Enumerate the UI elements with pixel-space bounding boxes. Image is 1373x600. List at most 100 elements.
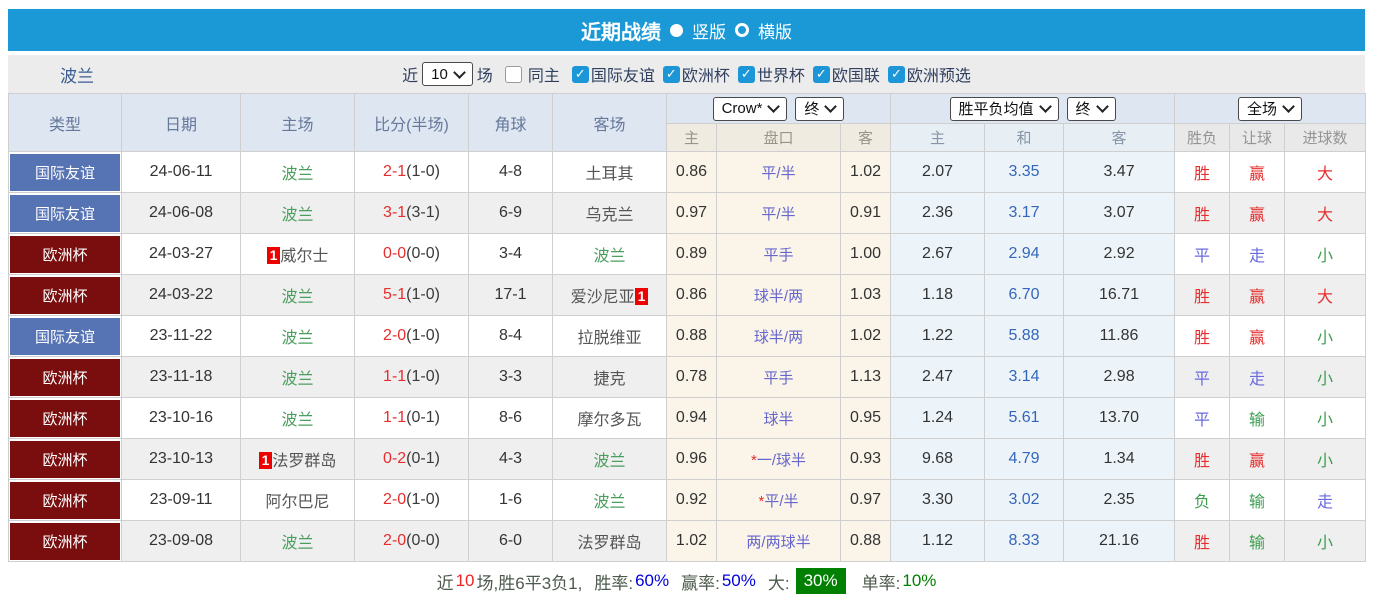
team-name-title: 波兰 — [60, 66, 94, 86]
asia-odds-source-select[interactable]: Crow* — [712, 96, 788, 121]
league-cell: 国际友谊 — [8, 315, 122, 357]
chevron-down-icon — [452, 65, 466, 79]
league-checkbox[interactable]: ✓ — [812, 65, 830, 83]
europe-home-odds-cell: 1.12 — [890, 520, 986, 562]
asia-away-odds-cell: 1.03 — [839, 274, 892, 316]
fulltime-score: 3-1 — [383, 204, 407, 221]
table-row[interactable]: 欧洲杯 23-10-16 波兰 1-1(0-1) 8-6 摩尔多瓦 0.94 球半 0.95 1.… — [8, 397, 1367, 439]
league-checkbox-label[interactable]: 欧洲杯 — [682, 62, 730, 86]
result-handicap-cell: 赢 — [1229, 438, 1286, 480]
league-checkbox[interactable]: ✓ — [887, 65, 905, 83]
horizontal-layout-radio[interactable] — [735, 23, 749, 37]
europe-draw-odds-cell: 4.79 — [984, 438, 1065, 480]
europe-home-odds-cell: 2.36 — [890, 192, 986, 234]
win-rate-value: 60% — [635, 571, 670, 590]
halftime-score: (1-0) — [406, 163, 440, 180]
col-header-date: 日期 — [121, 93, 241, 152]
big-rate-label: 大: — [767, 573, 790, 593]
result-handicap-cell: 输 — [1229, 479, 1286, 521]
halftime-score: (0-0) — [406, 532, 440, 549]
table-row[interactable]: 欧洲杯 23-10-13 1 法罗群岛 0-2(0-1) 4-3 波兰 0.96 *一/球半 0.… — [8, 438, 1367, 480]
result-scope-group-header: 全场 — [1174, 93, 1367, 124]
home-team-cell: 波兰 — [240, 192, 355, 234]
fulltime-score: 2-1 — [383, 163, 407, 180]
league-checkbox[interactable]: ✓ — [571, 65, 589, 83]
same-home-label[interactable]: 同主 — [528, 62, 560, 86]
fulltime-score: 0-2 — [383, 450, 407, 467]
corners-cell: 8-4 — [468, 315, 553, 357]
asia-home-odds-cell: 0.92 — [666, 479, 717, 521]
date-cell: 23-11-22 — [121, 315, 241, 357]
table-row[interactable]: 欧洲杯 23-09-08 波兰 2-0(0-0) 6-0 法罗群岛 1.02 两/两球半 0.8… — [8, 520, 1367, 562]
europe-away-odds-cell: 2.98 — [1063, 356, 1176, 398]
sub-header-europe-home: 主 — [890, 123, 986, 152]
home-team-cell: 1 威尔士 — [240, 233, 355, 275]
asia-line-cell: 两/两球半 — [716, 520, 841, 562]
sub-header-result-handicap: 让球 — [1229, 123, 1286, 152]
asia-home-odds-cell: 1.02 — [666, 520, 717, 562]
handicap-rate-label: 赢率: — [681, 573, 720, 593]
table-row[interactable]: 欧洲杯 24-03-27 1 威尔士 0-0(0-0) 3-4 波兰 0.89 平手 1.00 2.… — [8, 233, 1367, 275]
result-wdl-cell: 胜 — [1174, 274, 1231, 316]
halftime-score: (1-0) — [406, 327, 440, 344]
result-handicap-cell: 赢 — [1229, 315, 1286, 357]
league-badge: 欧洲杯 — [10, 276, 120, 314]
league-checkbox-label[interactable]: 欧洲预选 — [907, 62, 971, 86]
league-cell: 欧洲杯 — [8, 356, 122, 398]
table-row[interactable]: 欧洲杯 24-03-22 波兰 5-1(1-0) 17-1 爱沙尼亚 1 0.86 球半/两 1.… — [8, 274, 1367, 316]
vertical-layout-radio[interactable] — [670, 23, 683, 37]
summary-near-label: 近 — [436, 573, 454, 593]
same-home-checkbox[interactable] — [504, 65, 522, 83]
result-scope-select[interactable]: 全场 — [1238, 96, 1303, 121]
vertical-layout-label[interactable]: 竖版 — [692, 18, 726, 43]
sub-header-result-wdl: 胜负 — [1174, 123, 1231, 152]
panel-title: 近期战绩 — [581, 21, 661, 44]
away-team-cell: 土耳其 — [552, 151, 667, 193]
halftime-score: (0-1) — [406, 450, 440, 467]
table-row[interactable]: 欧洲杯 23-09-11 阿尔巴尼 2-0(1-0) 1-6 波兰 0.92 *平/半 0.97… — [8, 479, 1367, 521]
home-team-cell: 波兰 — [240, 274, 355, 316]
europe-draw-odds-cell: 3.14 — [984, 356, 1065, 398]
league-checkbox[interactable]: ✓ — [662, 65, 680, 83]
asia-line-cell: 球半/两 — [716, 274, 841, 316]
team-name: 乌克兰 — [585, 207, 634, 224]
europe-odds-source-select[interactable]: 胜平负均值 — [949, 96, 1059, 121]
table-row[interactable]: 国际友谊 23-11-22 波兰 2-0(1-0) 8-4 拉脱维亚 0.88 球半/两 1.0… — [8, 315, 1367, 357]
halftime-score: (3-1) — [406, 204, 440, 221]
date-cell: 23-10-16 — [121, 397, 241, 439]
halftime-score: (1-0) — [406, 491, 440, 508]
fulltime-score: 2-0 — [383, 491, 407, 508]
league-checkbox-label[interactable]: 世界杯 — [757, 62, 805, 86]
europe-home-odds-cell: 1.22 — [890, 315, 986, 357]
asia-home-odds-cell: 0.89 — [666, 233, 717, 275]
team-name: 法罗群岛 — [577, 535, 642, 552]
europe-away-odds-cell: 2.92 — [1063, 233, 1176, 275]
europe-odds-stage-select[interactable]: 终 — [1066, 96, 1116, 121]
horizontal-layout-label[interactable]: 横版 — [758, 18, 792, 43]
fulltime-score: 2-0 — [383, 532, 407, 549]
table-row[interactable]: 国际友谊 24-06-11 波兰 2-1(1-0) 4-8 土耳其 0.86 平/半 1.02 2… — [8, 151, 1367, 193]
table-row[interactable]: 国际友谊 24-06-08 波兰 3-1(3-1) 6-9 乌克兰 0.97 平/半 0.91 2… — [8, 192, 1367, 234]
fulltime-score: 1-1 — [383, 368, 407, 385]
league-cell: 国际友谊 — [8, 151, 122, 193]
results-table: 类型 日期 主场 比分(半场) 角球 客场 Crow* 终 胜平负均值 终 全场… — [8, 93, 1367, 562]
team-name: 波兰 — [593, 248, 626, 265]
league-checkbox-label[interactable]: 欧国联 — [832, 62, 880, 86]
home-team-cell: 波兰 — [240, 520, 355, 562]
league-cell: 欧洲杯 — [8, 438, 122, 480]
result-handicap-cell: 走 — [1229, 233, 1286, 275]
away-team-cell: 波兰 — [552, 438, 667, 480]
asia-odds-stage-select[interactable]: 终 — [795, 96, 845, 121]
asia-line-cell: 平/半 — [716, 192, 841, 234]
games-count-select[interactable]: 10 — [422, 62, 473, 86]
asia-away-odds-cell: 0.97 — [839, 479, 892, 521]
asia-home-odds-cell: 0.86 — [666, 151, 717, 193]
league-cell: 国际友谊 — [8, 192, 122, 234]
chevron-down-icon — [1038, 100, 1052, 113]
league-checkbox-label[interactable]: 国际友谊 — [591, 62, 655, 86]
big-rate-value: 30% — [795, 568, 846, 594]
table-row[interactable]: 欧洲杯 23-11-18 波兰 1-1(1-0) 3-3 捷克 0.78 平手 1.13 2.47… — [8, 356, 1367, 398]
score-cell: 2-0(0-0) — [354, 520, 469, 562]
corners-cell: 17-1 — [468, 274, 553, 316]
league-checkbox[interactable]: ✓ — [737, 65, 755, 83]
